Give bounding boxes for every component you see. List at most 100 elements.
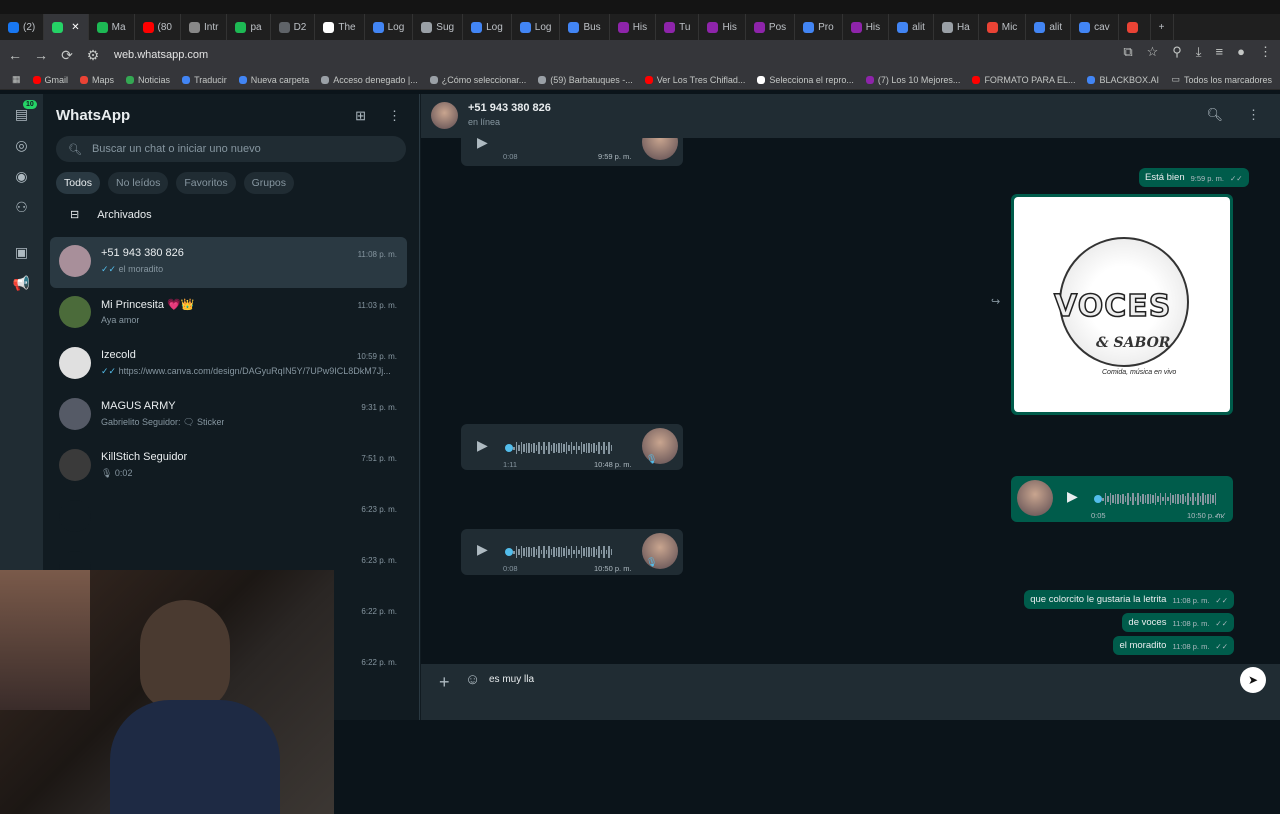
- bookmark-item[interactable]: Acceso denegado |...: [321, 74, 418, 85]
- chat-menu-icon[interactable]: ⋮: [1247, 107, 1260, 123]
- install-app-icon[interactable]: ⧉: [1123, 44, 1132, 60]
- new-tab-button[interactable]: +: [1151, 14, 1174, 40]
- browser-tab[interactable]: His: [610, 14, 657, 40]
- audio-progress-dot[interactable]: [505, 548, 513, 556]
- channels-icon[interactable]: ◉: [15, 168, 27, 185]
- sidebar-actions: ⊞ ⋮: [355, 108, 401, 124]
- media-icon[interactable]: ≡: [1216, 44, 1224, 60]
- chat-list-item[interactable]: Izecold 10:59 p. m. ✓✓ https://www.canva.c…: [50, 339, 407, 390]
- browser-tab[interactable]: Intr: [181, 14, 228, 40]
- browser-tab[interactable]: Log: [463, 14, 512, 40]
- play-icon[interactable]: ▶: [1067, 488, 1078, 505]
- send-icon[interactable]: ➤: [1240, 667, 1266, 693]
- browser-tab[interactable]: Log: [512, 14, 561, 40]
- status-icon[interactable]: ◎: [15, 137, 27, 154]
- search-box[interactable]: 🔍︎ Buscar un chat o iniciar uno nuevo: [56, 136, 406, 162]
- play-icon[interactable]: ▶: [477, 541, 488, 558]
- browser-tab[interactable]: ✕: [44, 14, 89, 40]
- search-chat-icon[interactable]: 🔍︎: [1206, 107, 1223, 123]
- bookmark-item[interactable]: Noticias: [126, 75, 170, 85]
- bookmark-item[interactable]: (7) Los 10 Mejores...: [865, 75, 960, 85]
- bookmark-item[interactable]: Selecciona el repro...: [757, 75, 854, 85]
- tab-label: Log: [534, 21, 552, 33]
- browser-menu-icon[interactable]: ⋮: [1259, 44, 1272, 60]
- bookmark-item[interactable]: Ver Los Tres Chiflad...: [644, 75, 745, 85]
- bookmark-item[interactable]: Traducir: [182, 75, 227, 85]
- bookmark-item[interactable]: (59) Barbatuques -...: [538, 75, 633, 85]
- browser-tab[interactable]: D2: [271, 14, 316, 40]
- browser-tab[interactable]: (80: [135, 14, 181, 40]
- business-icon[interactable]: ▣: [15, 244, 28, 261]
- back-icon[interactable]: ←: [4, 44, 26, 66]
- bookmark-item[interactable]: Maps: [80, 75, 114, 85]
- chat-list-item[interactable]: KillStich Seguidor 7:51 p. m. 🎙 0:02: [50, 441, 407, 492]
- audio-duration: 0:08: [503, 564, 518, 573]
- voces-sabor-logo-image[interactable]: VOCES & SABOR Comida, música en vivo 10:…: [1014, 197, 1230, 412]
- url-text[interactable]: web.whatsapp.com: [114, 49, 208, 61]
- attach-plus-icon[interactable]: +: [439, 672, 450, 693]
- browser-tab[interactable]: Bus: [560, 14, 610, 40]
- download-icon[interactable]: ⤓: [1196, 44, 1202, 60]
- image-message-out[interactable]: VOCES & SABOR Comida, música en vivo 10:…: [1011, 194, 1233, 415]
- menu-icon[interactable]: ⋮: [388, 108, 401, 124]
- filter-chip[interactable]: Todos: [56, 172, 101, 194]
- bookmark-item[interactable]: FORMATO PARA EL...: [972, 75, 1075, 85]
- megaphone-icon[interactable]: 📢: [13, 275, 30, 292]
- browser-tab[interactable]: Mic: [979, 14, 1027, 40]
- communities-icon[interactable]: ⚇: [15, 199, 28, 216]
- bookmark-item[interactable]: Nueva carpeta: [238, 75, 309, 85]
- contact-avatar[interactable]: [431, 102, 458, 129]
- audio-progress-dot[interactable]: [505, 444, 513, 452]
- browser-tab[interactable]: alit: [1026, 14, 1072, 40]
- browser-tab[interactable]: Log: [365, 14, 414, 40]
- archived-row[interactable]: ⊟ Archivados: [70, 208, 152, 222]
- new-chat-icon[interactable]: ⊞: [355, 108, 366, 124]
- bookmark-item[interactable]: ¿Cómo seleccionar...: [429, 75, 526, 85]
- chat-list-item[interactable]: 6:23 p. m.: [50, 492, 407, 543]
- bookmark-label: Acceso denegado |...: [333, 74, 418, 85]
- browser-tab[interactable]: The: [315, 14, 365, 40]
- browser-tab[interactable]: His: [699, 14, 746, 40]
- browser-tab[interactable]: (2): [0, 14, 45, 40]
- filter-chip[interactable]: No leídos: [108, 172, 169, 194]
- browser-tab[interactable]: Ma: [89, 14, 135, 40]
- chat-list-item[interactable]: MAGUS ARMY 9:31 p. m. Gabrielito Seguidor:…: [50, 390, 407, 441]
- sticker-emoji-icon[interactable]: ☺: [465, 671, 480, 688]
- chat-list-item[interactable]: Mi Princesita 💗👑 11:03 p. m. Aya amor: [50, 288, 407, 339]
- message-out: de voces 11:08 p. m. ✓✓: [1122, 613, 1234, 632]
- chat-list-item[interactable]: +51 943 380 826 11:08 p. m. ✓✓ el moradito: [50, 237, 407, 288]
- browser-tab[interactable]: Ha: [934, 14, 979, 40]
- profile-avatar[interactable]: ●: [1237, 44, 1245, 60]
- browser-tab[interactable]: pa: [227, 14, 271, 40]
- message-input[interactable]: es muy lla: [489, 674, 534, 685]
- chat-header[interactable]: +51 943 380 826 en línea 🔍︎ ⋮: [421, 94, 1280, 138]
- browser-tab[interactable]: His: [843, 14, 890, 40]
- filter-chip[interactable]: Favoritos: [176, 172, 236, 194]
- audio-waveform[interactable]: [513, 546, 612, 558]
- filter-chip[interactable]: Grupos: [243, 172, 295, 194]
- bookmark-item[interactable]: Gmail: [32, 75, 68, 85]
- audio-waveform[interactable]: [1102, 493, 1216, 505]
- close-tab-icon[interactable]: ✕: [71, 22, 79, 33]
- play-icon[interactable]: ▶: [477, 138, 488, 151]
- audio-waveform[interactable]: [513, 442, 612, 454]
- reload-icon[interactable]: ⟳: [56, 44, 78, 66]
- site-info-icon[interactable]: ⚙: [82, 44, 104, 66]
- all-bookmarks[interactable]: ▭ Todos los marcadores: [1171, 74, 1272, 85]
- browser-tab[interactable]: Sug: [413, 14, 464, 40]
- bookmark-item[interactable]: BLACKBOX.AI: [1087, 75, 1159, 85]
- audio-progress-dot[interactable]: [1094, 495, 1102, 503]
- browser-tab[interactable]: alit: [889, 14, 934, 40]
- browser-tab[interactable]: cav: [1071, 14, 1119, 40]
- apps-icon[interactable]: ▦: [12, 74, 21, 85]
- play-icon[interactable]: ▶: [477, 437, 488, 454]
- search-input[interactable]: Buscar un chat o iniciar uno nuevo: [92, 143, 261, 155]
- browser-tab[interactable]: Pro: [795, 14, 843, 40]
- browser-tab[interactable]: [1119, 14, 1151, 40]
- extensions-icon[interactable]: ⚲: [1172, 44, 1182, 60]
- browser-tab[interactable]: Pos: [746, 14, 796, 40]
- bookmark-star-icon[interactable]: ☆: [1147, 44, 1159, 60]
- forward-icon[interactable]: →: [30, 44, 52, 66]
- browser-tab[interactable]: Tu: [656, 14, 700, 40]
- forward-icon[interactable]: ↪: [991, 295, 1000, 308]
